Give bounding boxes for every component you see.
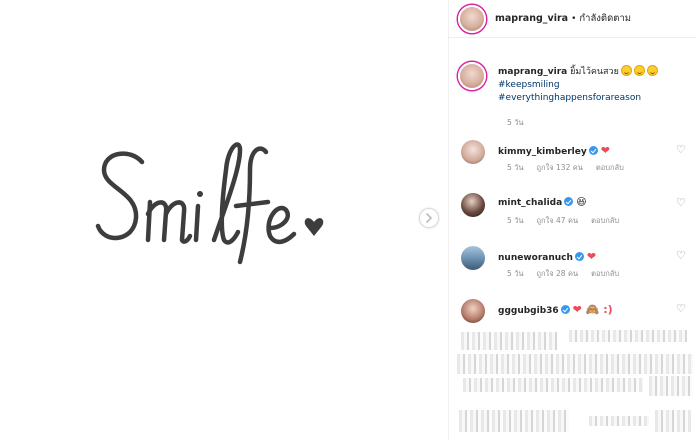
smiling-face-emoji-icon [620,65,632,76]
smile-script-artwork [95,142,324,265]
verified-badge-icon [574,252,584,261]
next-image-button[interactable] [419,208,439,228]
comment-reaction: ❤ [600,144,610,157]
comment-likes[interactable]: ถูกใจ 47 คน [537,216,579,225]
comment-item: nuneworanuch ❤ 5 วัน ถูกใจ 28 คน ตอบกลับ ♡ [458,246,690,286]
reply-button[interactable]: ตอบกลับ [591,269,619,278]
heart-outline-icon[interactable]: ♡ [676,197,686,208]
commenter-avatar[interactable] [461,140,485,164]
verified-badge-icon [560,305,570,314]
reply-button[interactable]: ตอบกลับ [596,163,624,172]
commenter-avatar[interactable] [461,246,485,270]
heart-outline-icon[interactable]: ♡ [676,303,686,314]
comment-time: 5 วัน [507,216,524,225]
verified-badge-icon [564,197,574,206]
hashtag-link[interactable]: #everythinghappensforareason [498,92,688,105]
commenter-avatar[interactable] [461,193,485,217]
heart-outline-icon[interactable]: ♡ [676,250,686,261]
author-avatar[interactable] [458,4,486,33]
comment-likes[interactable]: ถูกใจ 28 คน [537,269,579,278]
reply-button[interactable]: ตอบกลับ [591,216,619,225]
verified-badge-icon [588,146,598,155]
comment-item: kimmy_kimberley ❤ 5 วัน ถูกใจ 132 คน ตอบกลั… [458,140,690,180]
post-side-panel: maprang_vira • กำลังติดตาม maprang_vira … [448,0,696,440]
obscured-region [449,326,696,440]
author-username[interactable]: maprang_vira [495,13,568,24]
heart-outline-icon[interactable]: ♡ [676,144,686,155]
commenter-username[interactable]: kimmy_kimberley [498,147,587,157]
following-status[interactable]: กำลังติดตาม [579,11,631,26]
comment-reaction: 😆 [576,197,587,208]
caption-text: ยิ้มไว้คนสวย [570,67,619,77]
comment-item: mint_chalida 😆 5 วัน ถูกใจ 47 คน ตอบกลับ ♡ [458,193,690,233]
upside-down-face-emoji-icon [633,65,645,76]
post-header: maprang_vira • กำลังติดตาม [449,0,696,38]
caption-avatar[interactable] [458,62,486,90]
comment-time: 5 วัน [507,269,524,278]
commenter-username[interactable]: mint_chalida [498,198,562,208]
caption-username[interactable]: maprang_vira [498,67,567,77]
header-separator: • [571,13,577,24]
post-image [0,0,448,440]
comment-reaction: ❤ 🙈 :) [572,303,613,316]
smiling-face-emoji-icon [646,65,658,76]
commenter-avatar[interactable] [461,299,485,323]
hashtag-link[interactable]: #keepsmiling [498,79,688,92]
commenter-username[interactable]: gggubgib36 [498,306,559,316]
chevron-right-icon [426,213,433,223]
comment-reaction: ❤ [586,250,597,263]
comment-likes[interactable]: ถูกใจ 132 คน [537,163,583,172]
comment-time: 5 วัน [507,163,524,172]
commenter-username[interactable]: nuneworanuch [498,253,573,263]
caption-timestamp: 5 วัน [507,118,524,127]
